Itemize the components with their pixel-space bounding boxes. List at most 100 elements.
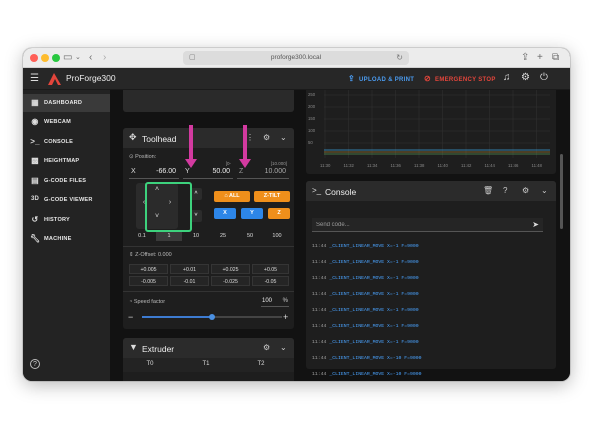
- back-icon[interactable]: ‹: [89, 51, 92, 65]
- x-field-annotation-arrow: [189, 125, 193, 159]
- settings-icon[interactable]: ⚙: [521, 72, 530, 83]
- speed-decrease-button[interactable]: −: [128, 312, 133, 322]
- console-command[interactable]: _CLIENT_LINEAR_MOVE X=-1 F=9000: [329, 292, 418, 297]
- speed-factor-slider[interactable]: [142, 314, 282, 320]
- dashboard-icon: ▦: [31, 98, 39, 107]
- z-label: Z: [239, 168, 244, 175]
- z-offset-plus-button[interactable]: +0.005: [129, 264, 168, 274]
- browser-window: ▭ ⌄ ‹ › ▢ proforge300.local ↻ ⇪ + ⧉ ☰ Pr…: [23, 48, 570, 381]
- speed-increase-button[interactable]: +: [283, 312, 288, 322]
- step-size-option[interactable]: 25: [210, 231, 236, 241]
- temperature-chart: 250 200 150 100 50 11:30 11:32 11:34 11:36 11:38…: [306, 90, 556, 174]
- zoom-window-button[interactable]: [52, 54, 60, 62]
- z-tilt-button[interactable]: Z-TILT: [254, 191, 290, 202]
- home-all-button[interactable]: ⌂ ALL: [214, 191, 250, 202]
- position-label: Position:: [135, 154, 157, 160]
- close-window-button[interactable]: [30, 54, 38, 62]
- chevron-down-icon[interactable]: ⌄: [541, 186, 548, 195]
- console-timestamp: 11:44: [312, 292, 327, 297]
- browser-toolbar: ▭ ⌄ ‹ › ▢ proforge300.local ↻ ⇪ + ⧉: [23, 48, 570, 68]
- console-command[interactable]: _CLIENT_LINEAR_MOVE X=-1 F=9000: [329, 244, 418, 249]
- help-icon[interactable]: ?: [30, 359, 40, 369]
- z-offset-minus-button[interactable]: -0.05: [252, 276, 289, 286]
- console-command[interactable]: _CLIENT_LINEAR_MOVE X=-1 F=9000: [329, 308, 418, 313]
- slider-knob[interactable]: [209, 314, 215, 320]
- reload-icon[interactable]: ↻: [396, 51, 403, 65]
- speed-factor-unit: %: [282, 298, 288, 304]
- console-line: 11:44 _CLIENT_LINEAR_MOVE X=-1 F=9000: [312, 340, 419, 345]
- menu-icon[interactable]: ☰: [30, 73, 39, 84]
- console-command[interactable]: _CLIENT_LINEAR_MOVE X=-1 F=9000: [329, 324, 418, 329]
- settings-icon[interactable]: ⚙: [263, 343, 270, 352]
- sidebar-item-history[interactable]: ↺ HISTORY: [23, 211, 110, 229]
- z-offset-plus-button[interactable]: +0.05: [252, 264, 289, 274]
- sidebar-item-heightmap[interactable]: ▩ HEIGHTMAP: [23, 152, 110, 170]
- z-offset-minus-button[interactable]: -0.025: [211, 276, 250, 286]
- forward-icon[interactable]: ›: [103, 51, 106, 65]
- console-title: Console: [325, 187, 357, 197]
- step-size-option[interactable]: 100: [264, 231, 290, 241]
- power-icon[interactable]: ⏻: [540, 72, 548, 83]
- step-size-option[interactable]: 10: [183, 231, 209, 241]
- sidebar-item-console[interactable]: >_ CONSOLE: [23, 133, 110, 151]
- emergency-stop-button[interactable]: ⊘ EMERGENCY STOP: [424, 74, 496, 83]
- app-title: ProForge300: [66, 73, 116, 83]
- z-offset-plus-button[interactable]: +0.025: [211, 264, 250, 274]
- page-scrollbar[interactable]: [560, 154, 563, 229]
- new-tab-icon[interactable]: +: [537, 51, 543, 65]
- main-content: ✥ Toolhead ⋮ ⚙ ⌄ ⊙ Position: X -66.00 [0…: [110, 90, 570, 381]
- tool-tab-t0[interactable]: T0: [130, 361, 170, 367]
- console-line: 11:44 _CLIENT_LINEAR_MOVE X=-1 F=9000: [312, 260, 419, 265]
- console-command[interactable]: _CLIENT_LINEAR_MOVE X=-10 F=9000: [329, 372, 421, 377]
- home-z-button[interactable]: Z: [268, 208, 290, 219]
- sidebar-item-machine[interactable]: 🔧︎ MACHINE: [23, 230, 110, 248]
- chevron-down-icon[interactable]: ⌄: [75, 51, 81, 65]
- send-code-input[interactable]: [316, 220, 516, 230]
- z-offset-minus-button[interactable]: -0.01: [170, 276, 209, 286]
- sidebar-item-gcode-files[interactable]: ▤ G-CODE FILES: [23, 172, 110, 190]
- z-offset-minus-button[interactable]: -0.005: [129, 276, 168, 286]
- console-command[interactable]: _CLIENT_LINEAR_MOVE X=-1 F=9000: [329, 340, 418, 345]
- heightmap-icon: ▩: [31, 156, 39, 165]
- upload-print-button[interactable]: ⇪ UPLOAD & PRINT: [348, 74, 414, 83]
- delete-icon[interactable]: 🗑︎: [483, 186, 493, 195]
- tool-tab-t2[interactable]: T2: [241, 361, 281, 367]
- step-size-option[interactable]: 0.1: [129, 231, 155, 241]
- console-command[interactable]: _CLIENT_LINEAR_MOVE X=-1 F=9000: [329, 276, 418, 281]
- home-y-button[interactable]: Y: [241, 208, 263, 219]
- share-icon[interactable]: ⇪: [521, 51, 529, 65]
- console-command[interactable]: _CLIENT_LINEAR_MOVE X=-1 F=9000: [329, 260, 418, 265]
- send-icon[interactable]: ➤: [532, 220, 539, 229]
- step-size-option-selected[interactable]: 1: [156, 231, 182, 241]
- lock-icon: ▢: [189, 54, 196, 61]
- tab-overview-icon[interactable]: ⧉: [552, 51, 559, 65]
- sidebar-item-gcode-viewer[interactable]: 3D G-CODE VIEWER: [23, 191, 110, 209]
- console-icon: >_: [30, 137, 40, 146]
- help-icon[interactable]: ?: [503, 186, 507, 195]
- home-x-button[interactable]: X: [214, 208, 236, 219]
- x-position-field[interactable]: X -66.00: [129, 165, 179, 179]
- sidebar-item-webcam[interactable]: ◉ WEBCAM: [23, 113, 110, 131]
- slider-track: [212, 316, 282, 318]
- step-size-option[interactable]: 50: [237, 231, 263, 241]
- slider-fill: [142, 316, 212, 318]
- sidebar-item-dashboard[interactable]: ▦ DASHBOARD: [23, 94, 110, 112]
- settings-icon[interactable]: ⚙: [522, 186, 529, 195]
- sidebar-item-label: G-CODE VIEWER: [44, 197, 93, 203]
- sidebar-item-label: G-CODE FILES: [44, 178, 87, 184]
- chevron-down-icon[interactable]: ⌄: [280, 133, 287, 142]
- console-timestamp: 11:44: [312, 308, 327, 313]
- tool-tab-t1[interactable]: T1: [186, 361, 226, 367]
- chevron-down-icon[interactable]: ⌄: [280, 343, 287, 352]
- chart-y-tick-label: 250: [308, 92, 316, 97]
- speed-factor-input[interactable]: 100 %: [261, 296, 289, 307]
- more-vert-icon[interactable]: ⋮: [246, 133, 254, 142]
- settings-icon[interactable]: ⚙: [263, 133, 270, 142]
- notification-bell-icon[interactable]: ♫: [503, 72, 511, 83]
- console-command[interactable]: _CLIENT_LINEAR_MOVE X=-10 F=9000: [329, 356, 421, 361]
- console-timestamp: 11:44: [312, 260, 327, 265]
- minimize-window-button[interactable]: [41, 54, 49, 62]
- z-offset-plus-button[interactable]: +0.01: [170, 264, 209, 274]
- address-bar[interactable]: ▢ proforge300.local ↻: [183, 51, 409, 65]
- sidebar-toggle-icon[interactable]: ▭: [63, 51, 72, 65]
